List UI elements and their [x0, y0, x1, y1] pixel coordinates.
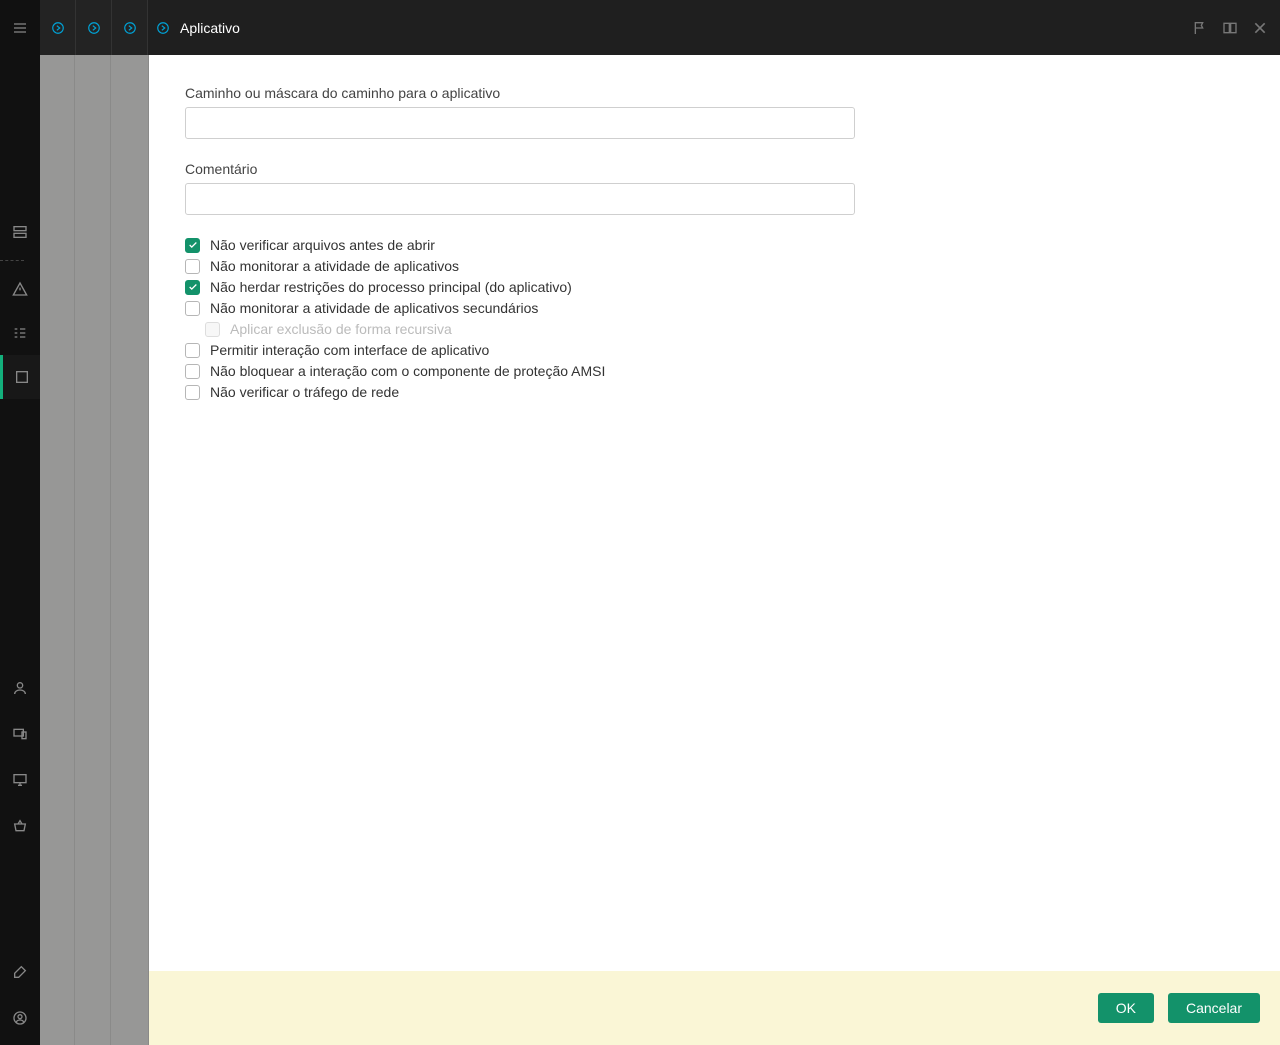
check-monitor-activity[interactable] [185, 259, 200, 274]
app-icon [156, 21, 170, 35]
rail-item-monitor[interactable] [0, 757, 40, 803]
rail-item-basket[interactable] [0, 803, 40, 849]
check-allow-ui-interaction-row: Permitir interação com interface de apli… [185, 340, 855, 361]
cancel-button[interactable]: Cancelar [1168, 993, 1260, 1023]
path-input[interactable] [185, 107, 855, 139]
rail-item-devices[interactable] [0, 711, 40, 757]
rail-item-active[interactable] [0, 355, 40, 399]
breadcrumb-back-2[interactable] [76, 0, 112, 55]
check-network-traffic-row: Não verificar o tráfego de rede [185, 382, 855, 403]
check-apply-recursive-row: Aplicar exclusão de forma recursiva [185, 319, 855, 340]
check-amsi-row: Não bloquear a interação com o component… [185, 361, 855, 382]
ok-button[interactable]: OK [1098, 993, 1154, 1023]
check-monitor-secondary-row: Não monitorar a atividade de aplicativos… [185, 298, 855, 319]
comment-input[interactable] [185, 183, 855, 215]
check-amsi-label[interactable]: Não bloquear a interação com o component… [210, 363, 605, 379]
check-amsi[interactable] [185, 364, 200, 379]
check-monitor-secondary[interactable] [185, 301, 200, 316]
check-apply-recursive-label: Aplicar exclusão de forma recursiva [230, 321, 452, 337]
check-scan-before-open-row: Não verificar arquivos antes de abrir [185, 235, 855, 256]
menu-icon[interactable] [0, 6, 40, 50]
check-network-traffic-label[interactable]: Não verificar o tráfego de rede [210, 384, 399, 400]
comment-label: Comentário [185, 161, 855, 177]
check-scan-before-open[interactable] [185, 238, 200, 253]
check-scan-before-open-label[interactable]: Não verificar arquivos antes de abrir [210, 237, 435, 253]
rail-item-account[interactable] [0, 995, 40, 1041]
check-monitor-activity-label[interactable]: Não monitorar a atividade de aplicativos [210, 258, 459, 274]
check-inherit-restrictions-row: Não herdar restrições do processo princi… [185, 277, 855, 298]
check-inherit-restrictions-label[interactable]: Não herdar restrições do processo princi… [210, 279, 572, 295]
rail-item-dashboard[interactable] [0, 210, 40, 254]
rail-item-list[interactable] [0, 311, 40, 355]
breadcrumb [40, 0, 148, 55]
modal-title: Aplicativo [180, 20, 240, 36]
rail-divider [0, 260, 24, 261]
rail-item-warning[interactable] [0, 267, 40, 311]
check-allow-ui-interaction[interactable] [185, 343, 200, 358]
check-monitor-secondary-label[interactable]: Não monitorar a atividade de aplicativos… [210, 300, 538, 316]
check-allow-ui-interaction-label[interactable]: Permitir interação com interface de apli… [210, 342, 489, 358]
flag-icon[interactable] [1192, 20, 1208, 36]
check-monitor-activity-row: Não monitorar a atividade de aplicativos [185, 256, 855, 277]
breadcrumb-back-1[interactable] [40, 0, 76, 55]
modal-header: Aplicativo [40, 0, 1280, 55]
path-label: Caminho ou máscara do caminho para o apl… [185, 85, 855, 101]
close-icon[interactable] [1252, 20, 1268, 36]
modal-body: Caminho ou máscara do caminho para o apl… [149, 55, 1280, 971]
book-icon[interactable] [1222, 20, 1238, 36]
left-rail [0, 0, 40, 1045]
rail-item-settings[interactable] [0, 949, 40, 995]
check-inherit-restrictions[interactable] [185, 280, 200, 295]
modal-footer: OK Cancelar [149, 971, 1280, 1045]
check-apply-recursive [205, 322, 220, 337]
app-modal: Aplicativo Caminho ou máscara do caminho… [149, 0, 1280, 1045]
check-network-traffic[interactable] [185, 385, 200, 400]
rail-item-user[interactable] [0, 665, 40, 711]
checkbox-group: Não verificar arquivos antes de abrir Nã… [185, 235, 855, 403]
breadcrumb-back-3[interactable] [112, 0, 148, 55]
